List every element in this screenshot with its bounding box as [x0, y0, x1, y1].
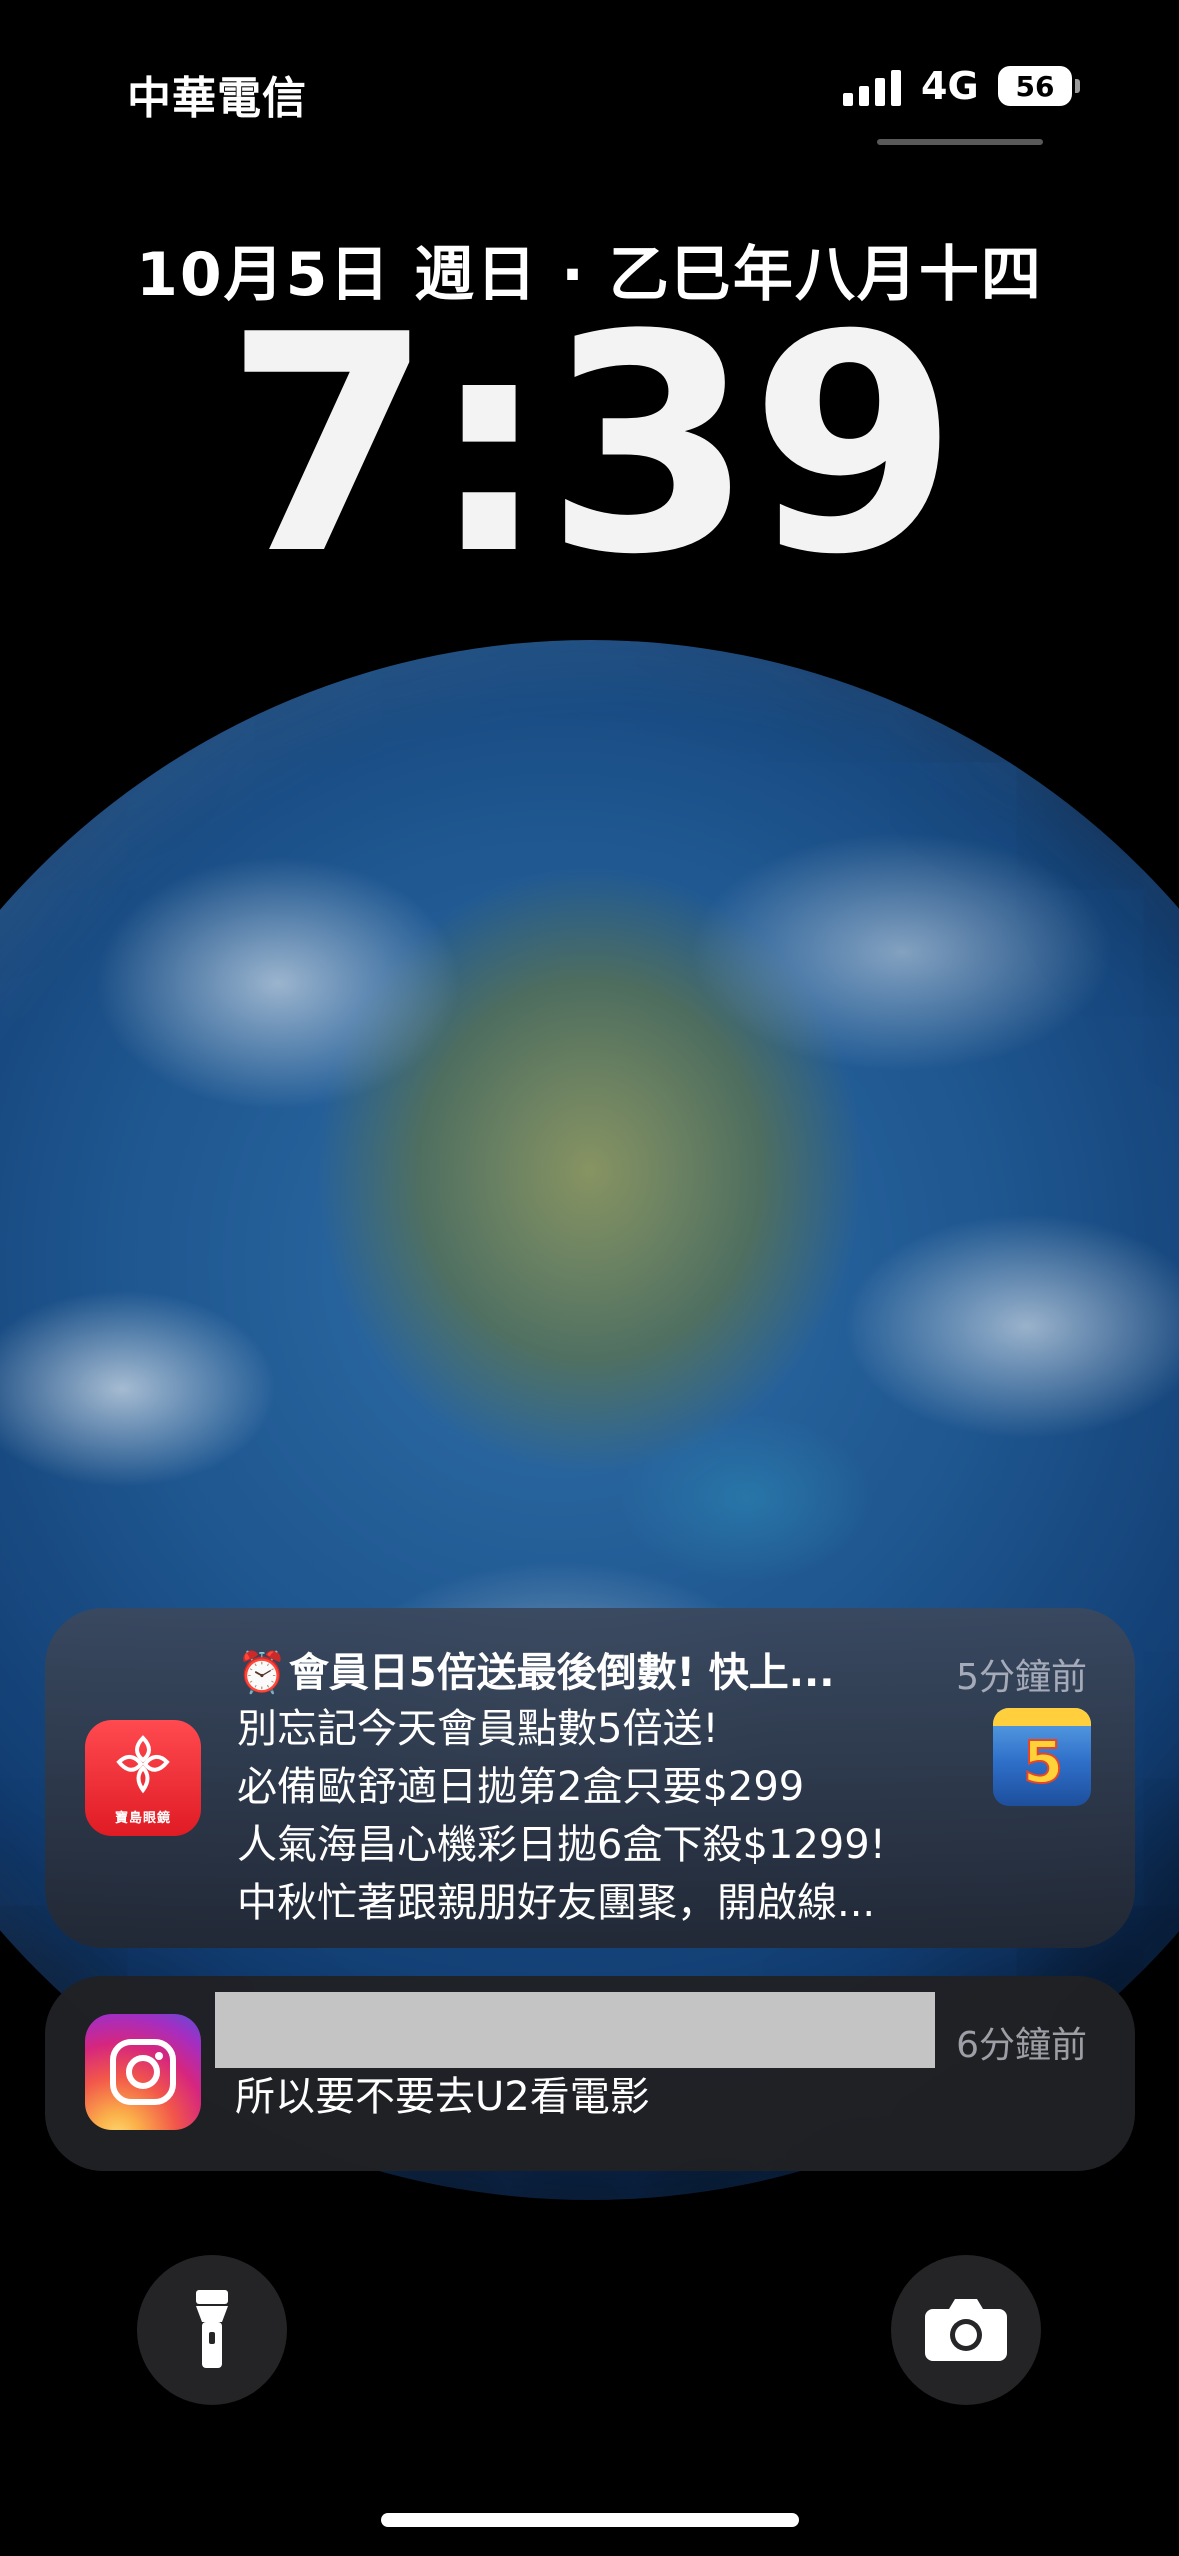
battery-nub: [1075, 79, 1080, 93]
notification-body: 別忘記今天會員點數5倍送! 必備歐舒適日拋第2盒只要$299 人氣海昌心機彩日拋…: [237, 1700, 1037, 1932]
optical-store-app-icon: 寶島眼鏡: [85, 1720, 201, 1836]
network-type: 4G: [921, 64, 979, 108]
cellular-signal-icon: [843, 70, 903, 106]
camera-icon: [925, 2299, 1007, 2361]
instagram-camera-icon: [110, 2039, 176, 2105]
notification-body: 所以要不要去U2看電影: [235, 2074, 650, 2120]
battery-level: 56: [1015, 69, 1055, 103]
thumbnail-number: 5: [1022, 1727, 1064, 1797]
notification-card-optical[interactable]: 寶島眼鏡 ⏰會員日5倍送最後倒數! 快上... 5分鐘前 別忘記今天會員點數5倍…: [45, 1608, 1135, 1948]
flashlight-icon: [196, 2290, 228, 2368]
thumbnail-banner: [993, 1708, 1091, 1726]
notification-body-line: 別忘記今天會員點數5倍送!: [237, 1706, 719, 1752]
notification-timestamp: 6分鐘前: [956, 2025, 1087, 2066]
alarm-clock-icon: ⏰: [237, 1650, 287, 1696]
notification-body-line: 必備歐舒適日拋第2盒只要$299: [237, 1764, 805, 1810]
notification-title-text: 會員日5倍送最後倒數! 快上...: [288, 1650, 835, 1696]
redacted-sender: [215, 1992, 935, 2068]
control-center-indicator[interactable]: [877, 139, 1043, 145]
carrier-name: 中華電信: [127, 73, 307, 124]
instagram-icon: [85, 2014, 201, 2130]
earth-wallpaper-image: [0, 640, 1179, 2200]
app-icon-caption: 寶島眼鏡: [114, 1811, 171, 1826]
battery-icon: 56: [998, 66, 1072, 106]
notification-thumbnail: 5: [993, 1708, 1091, 1806]
camera-button[interactable]: [891, 2255, 1041, 2405]
status-bar: 中華電信 4G 56: [0, 0, 1179, 150]
notification-title: ⏰會員日5倍送最後倒數! 快上...: [237, 1640, 957, 1698]
lock-screen-time: 7:39: [224, 271, 958, 620]
notification-body-line: 人氣海昌心機彩日拋6盒下殺$1299!: [237, 1822, 886, 1868]
notification-timestamp: 5分鐘前: [956, 1657, 1087, 1698]
flashlight-button[interactable]: [137, 2255, 287, 2405]
optical-logo-icon: [116, 1735, 170, 1794]
home-indicator[interactable]: [381, 2513, 799, 2527]
notification-body-line: 中秋忙著跟親朋好友團聚，開啟線...: [237, 1880, 876, 1926]
notification-card-instagram[interactable]: 6分鐘前 所以要不要去U2看電影: [45, 1976, 1135, 2171]
